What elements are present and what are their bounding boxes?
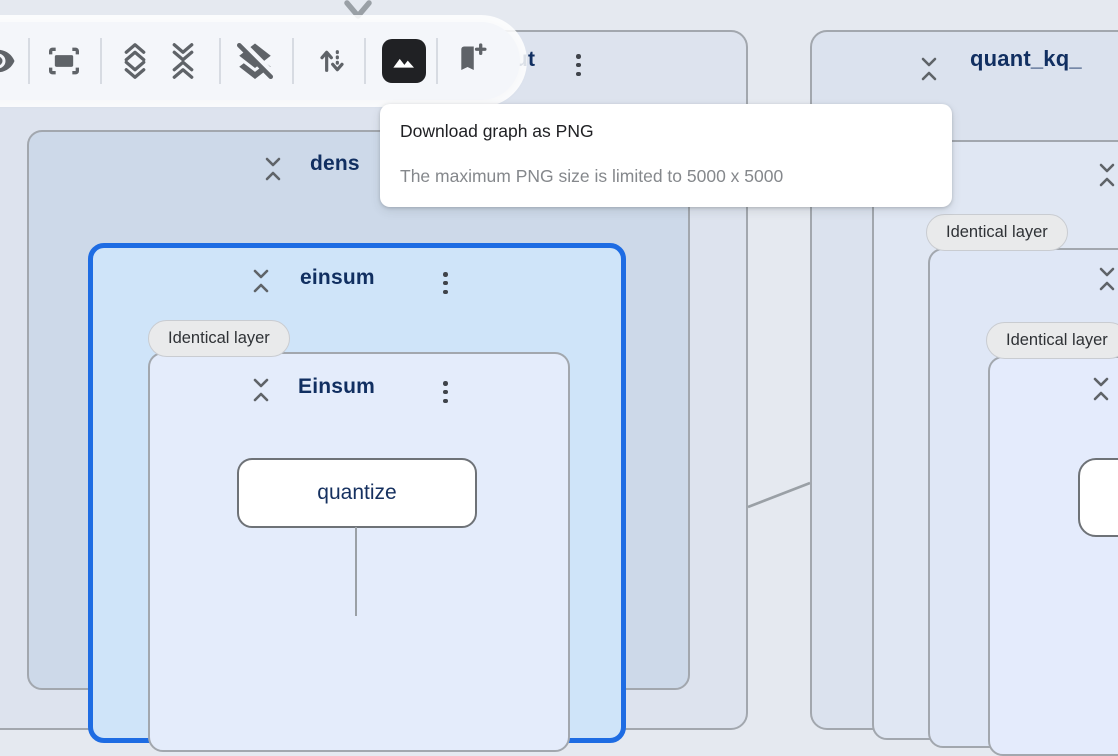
- layer-node-einsum-op-title: Einsum: [298, 375, 375, 399]
- op-node-right[interactable]: [1078, 458, 1118, 537]
- fit-screen-icon[interactable]: [42, 41, 86, 81]
- edge-quantize-out: [355, 527, 357, 616]
- collapse-layer-icon[interactable]: [918, 56, 940, 82]
- collapse-layer-icon[interactable]: [250, 268, 272, 294]
- op-node-quantize-label: quantize: [317, 481, 396, 505]
- bookmark-add-icon[interactable]: [453, 42, 489, 80]
- tooltip-title: Download graph as PNG: [400, 121, 594, 142]
- collapse-layer-icon[interactable]: [1090, 376, 1112, 402]
- collapse-layer-icon[interactable]: [1096, 266, 1118, 292]
- trace-vertical-arrows-icon[interactable]: [316, 41, 348, 81]
- expand-all-layers-icon[interactable]: [120, 40, 150, 82]
- edge-cross-gap: [744, 478, 814, 512]
- identical-layer-badge: Identical layer: [926, 214, 1068, 251]
- visibility-icon[interactable]: [0, 43, 16, 79]
- layer-node-einsum-title: einsum: [300, 266, 375, 290]
- node-menu-icon[interactable]: [576, 54, 581, 76]
- edge-arrowhead-icon: [341, 0, 375, 22]
- collapse-layer-icon[interactable]: [1096, 162, 1118, 188]
- download-png-tooltip: Download graph as PNG The maximum PNG si…: [380, 104, 952, 207]
- collapse-layer-icon[interactable]: [250, 377, 272, 403]
- identical-layer-badge: Identical layer: [986, 322, 1118, 359]
- identical-layer-badge: Identical layer: [148, 320, 290, 357]
- collapse-layer-icon[interactable]: [262, 156, 284, 182]
- download-png-icon[interactable]: [382, 39, 426, 83]
- node-menu-icon[interactable]: [443, 272, 448, 294]
- op-node-quantize[interactable]: quantize: [237, 458, 477, 528]
- layer-node-quant-kq-title: quant_kq_: [970, 46, 1082, 72]
- graph-canvas[interactable]: { "tooltip": { "title": "Download graph …: [0, 0, 1118, 616]
- node-menu-icon[interactable]: [443, 381, 448, 403]
- graph-toolbar: [0, 22, 520, 100]
- layer-node-einsum-op[interactable]: Einsum: [148, 352, 570, 752]
- flatten-layers-icon[interactable]: [232, 40, 278, 82]
- collapse-all-layers-icon[interactable]: [168, 40, 198, 82]
- layer-node-dens-title: dens: [310, 152, 360, 176]
- layer-node-right-c[interactable]: [988, 356, 1118, 756]
- tooltip-subtitle: The maximum PNG size is limited to 5000 …: [400, 166, 783, 187]
